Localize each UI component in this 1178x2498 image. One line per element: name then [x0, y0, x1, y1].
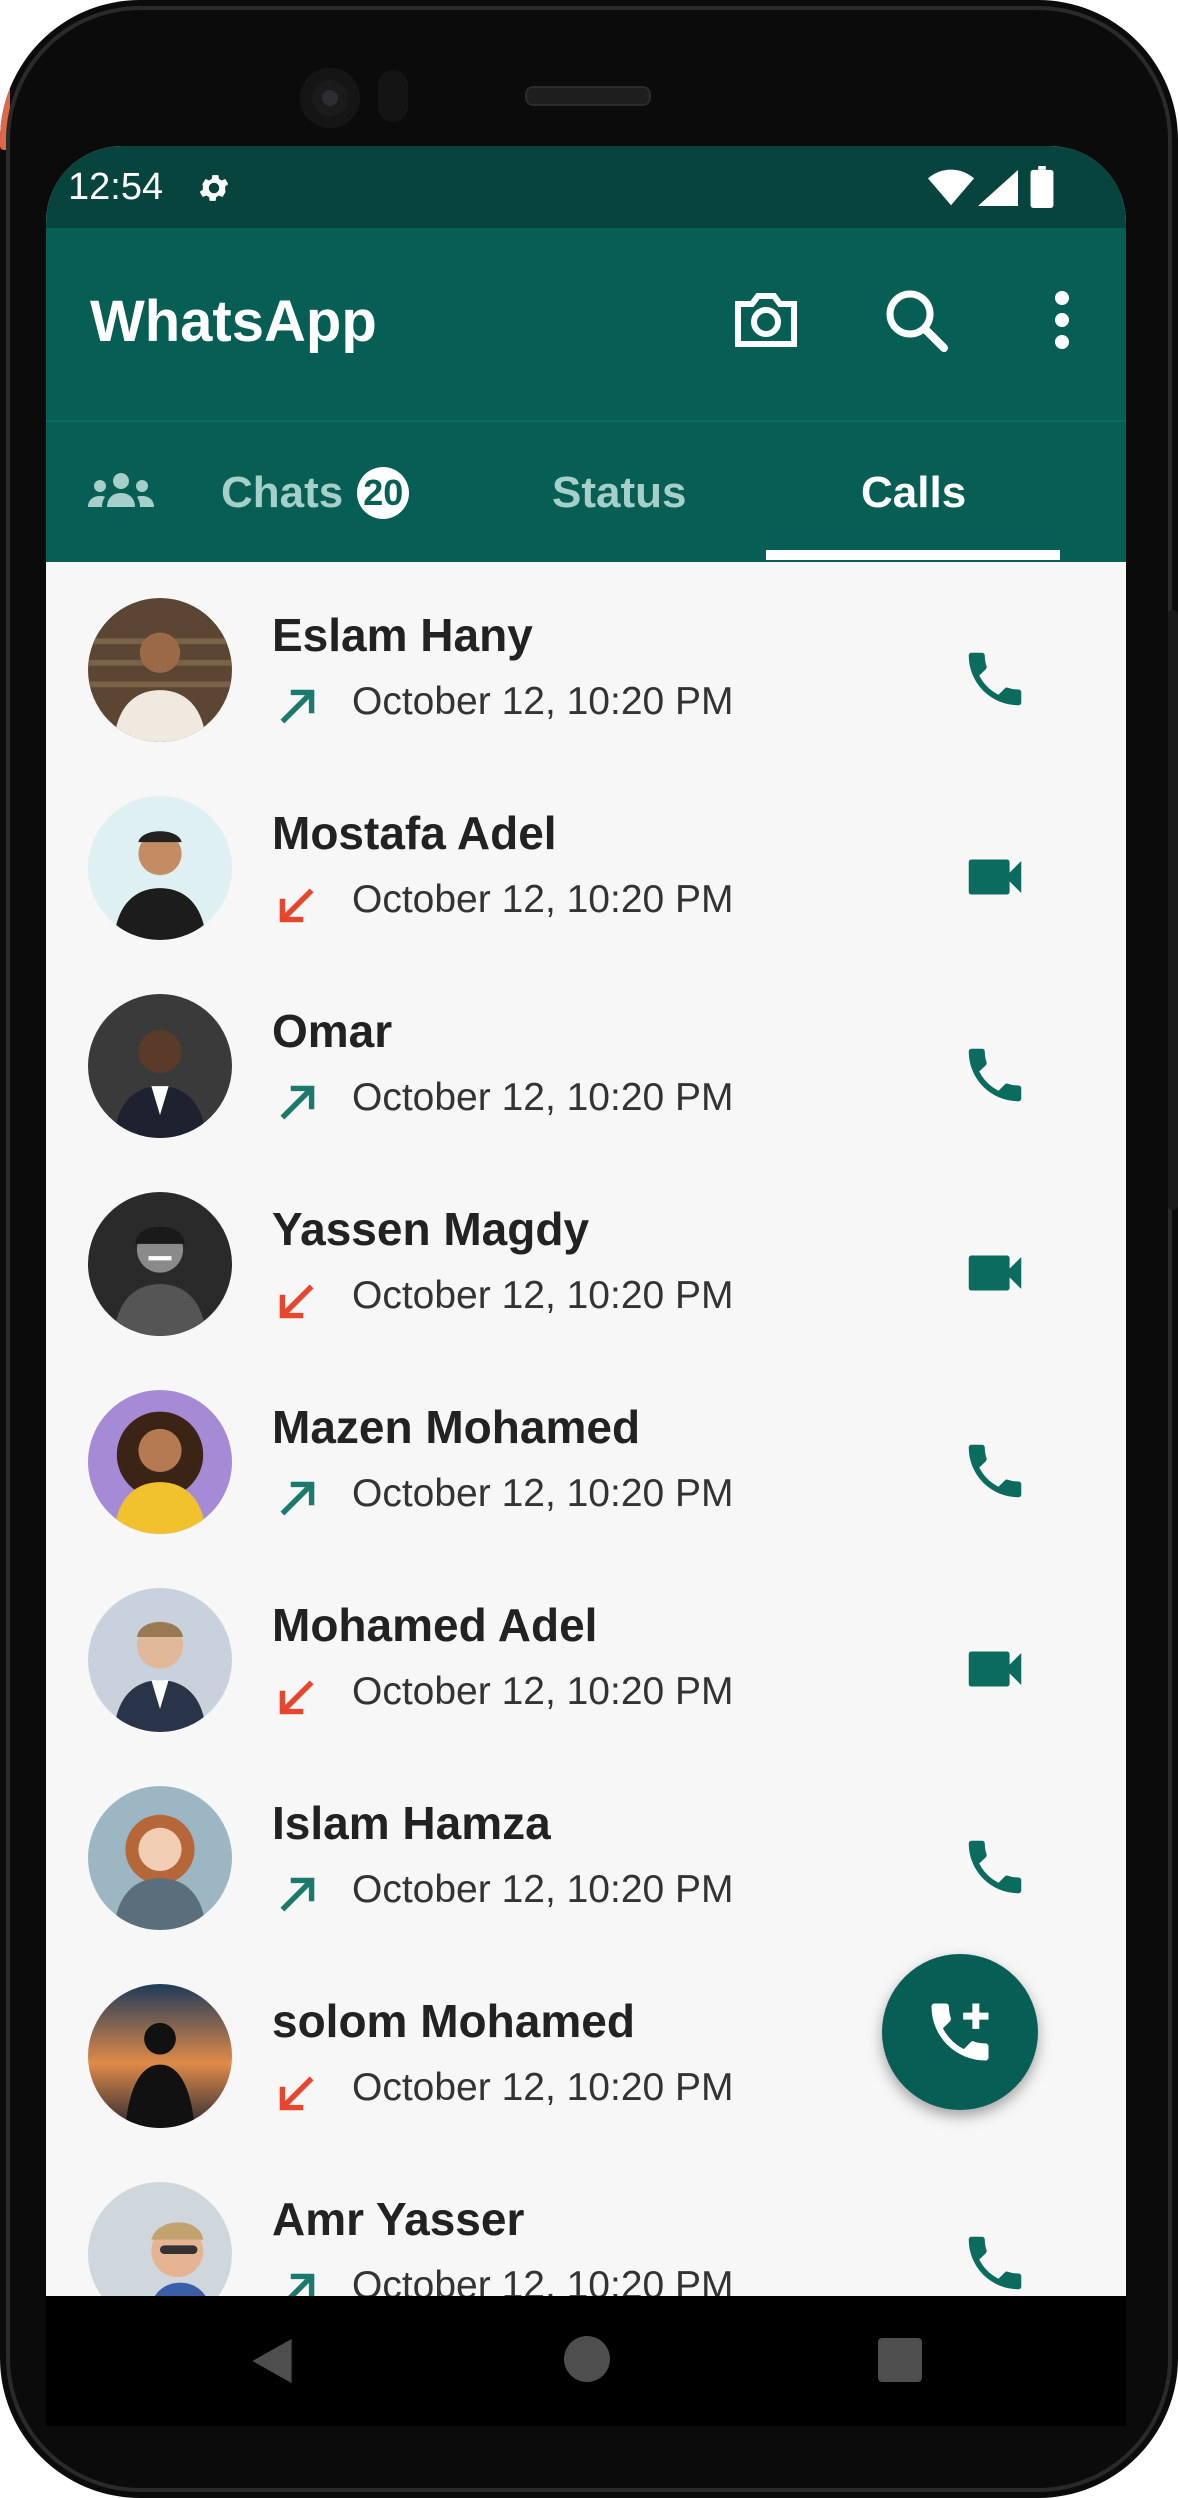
video-call-icon[interactable] — [960, 1238, 1030, 1308]
power-button — [1168, 610, 1178, 1210]
contact-name: Mostafa Adel — [272, 807, 557, 859]
accent-button — [0, 0, 10, 150]
add-call-icon — [931, 2003, 989, 2061]
cell-signal-icon — [978, 170, 1018, 206]
call-time: October 12, 10:20 PM — [352, 680, 734, 723]
avatar — [88, 598, 232, 742]
voice-call-icon[interactable] — [960, 2228, 1030, 2296]
contact-name: solom Mohamed — [272, 1995, 635, 2047]
call-time: October 12, 10:20 PM — [352, 1670, 734, 1713]
voice-call-icon[interactable] — [960, 1040, 1030, 1110]
camera-icon[interactable] — [726, 280, 806, 360]
outgoing-arrow-icon — [280, 689, 315, 724]
home-icon[interactable] — [564, 2336, 610, 2382]
video-call-icon[interactable] — [960, 842, 1030, 912]
proximity-sensor — [378, 70, 408, 122]
tab-calls[interactable]: Calls — [861, 458, 966, 528]
call-row[interactable]: Mostafa Adel October 12, 10:20 PM — [46, 758, 1126, 956]
avatar — [88, 796, 232, 940]
call-time: October 12, 10:20 PM — [352, 2264, 734, 2296]
call-time: October 12, 10:20 PM — [352, 1868, 734, 1911]
missed-arrow-icon — [279, 1284, 314, 1319]
avatar — [88, 994, 232, 1138]
call-time: October 12, 10:20 PM — [352, 878, 734, 921]
phone-frame: 12:54 WhatsApp Chats 20 Status Calls Esl… — [0, 0, 1178, 2498]
outgoing-arrow-icon — [280, 1085, 315, 1120]
voice-call-icon[interactable] — [960, 1832, 1030, 1902]
outgoing-arrow-icon — [288, 2273, 315, 2296]
selected-tab-indicator — [766, 550, 1060, 560]
tab-chats[interactable]: Chats 20 — [221, 458, 410, 528]
call-time: October 12, 10:20 PM — [352, 1274, 734, 1317]
call-time: October 12, 10:20 PM — [352, 1076, 734, 1119]
unread-badge: 20 — [357, 467, 410, 519]
earpiece-speaker — [525, 86, 651, 106]
search-icon[interactable] — [876, 280, 956, 360]
tab-calls-label: Calls — [861, 468, 967, 517]
wifi-icon — [928, 169, 974, 206]
gear-icon — [199, 175, 229, 201]
community-icon[interactable] — [86, 466, 156, 516]
call-row[interactable]: Mohamed Adel October 12, 10:20 PM — [46, 1550, 1126, 1748]
contact-name: Mohamed Adel — [272, 1599, 598, 1651]
avatar — [88, 1786, 232, 1930]
avatar — [88, 2182, 232, 2296]
status-bar: 12:54 — [46, 146, 1126, 228]
status-time: 12:54 — [68, 166, 164, 208]
navigation-bar — [46, 2296, 1126, 2426]
tab-status-label: Status — [552, 468, 687, 517]
voice-call-icon[interactable] — [960, 1436, 1030, 1506]
call-time: October 12, 10:20 PM — [352, 2066, 734, 2109]
tab-bar: Chats 20 Status Calls — [46, 420, 1126, 562]
contact-name: Amr Yasser — [272, 2193, 525, 2245]
back-icon[interactable] — [246, 2334, 298, 2388]
front-camera — [300, 68, 360, 128]
app-bar: WhatsApp — [46, 228, 1126, 420]
outgoing-arrow-icon — [280, 1481, 315, 1516]
call-time: October 12, 10:20 PM — [352, 1472, 734, 1515]
call-row[interactable]: Omar October 12, 10:20 PM — [46, 956, 1126, 1154]
avatar — [88, 1390, 232, 1534]
video-call-icon[interactable] — [960, 1634, 1030, 1704]
call-row[interactable]: Eslam Hany October 12, 10:20 PM — [46, 560, 1126, 758]
new-call-button[interactable] — [882, 1954, 1038, 2110]
avatar — [88, 1192, 232, 1336]
tab-status[interactable]: Status — [552, 458, 686, 528]
outgoing-arrow-icon — [280, 1877, 315, 1912]
contact-name: Omar — [272, 1005, 393, 1057]
more-vert-icon[interactable] — [1022, 280, 1102, 360]
tab-chats-label: Chats — [221, 468, 344, 517]
contact-name: Islam Hamza — [272, 1797, 551, 1849]
call-row[interactable]: Amr Yasser October 12, 10:20 PM — [46, 2144, 1126, 2296]
call-row[interactable]: Islam Hamza October 12, 10:20 PM — [46, 1748, 1126, 1946]
avatar — [88, 1984, 232, 2128]
missed-arrow-icon — [279, 1680, 314, 1715]
contact-name: Mazen Mohamed — [272, 1401, 641, 1453]
avatar — [88, 1588, 232, 1732]
voice-call-icon[interactable] — [960, 644, 1030, 714]
contact-name: Eslam Hany — [272, 609, 533, 661]
missed-arrow-icon — [279, 2076, 314, 2111]
recents-icon[interactable] — [878, 2338, 922, 2382]
app-title: WhatsApp — [90, 289, 377, 354]
missed-arrow-icon — [279, 888, 314, 923]
call-row[interactable]: Yassen Magdy October 12, 10:20 PM — [46, 1154, 1126, 1352]
contact-name: Yassen Magdy — [272, 1203, 590, 1255]
battery-icon — [1030, 166, 1054, 208]
call-row[interactable]: Mazen Mohamed October 12, 10:20 PM — [46, 1352, 1126, 1550]
